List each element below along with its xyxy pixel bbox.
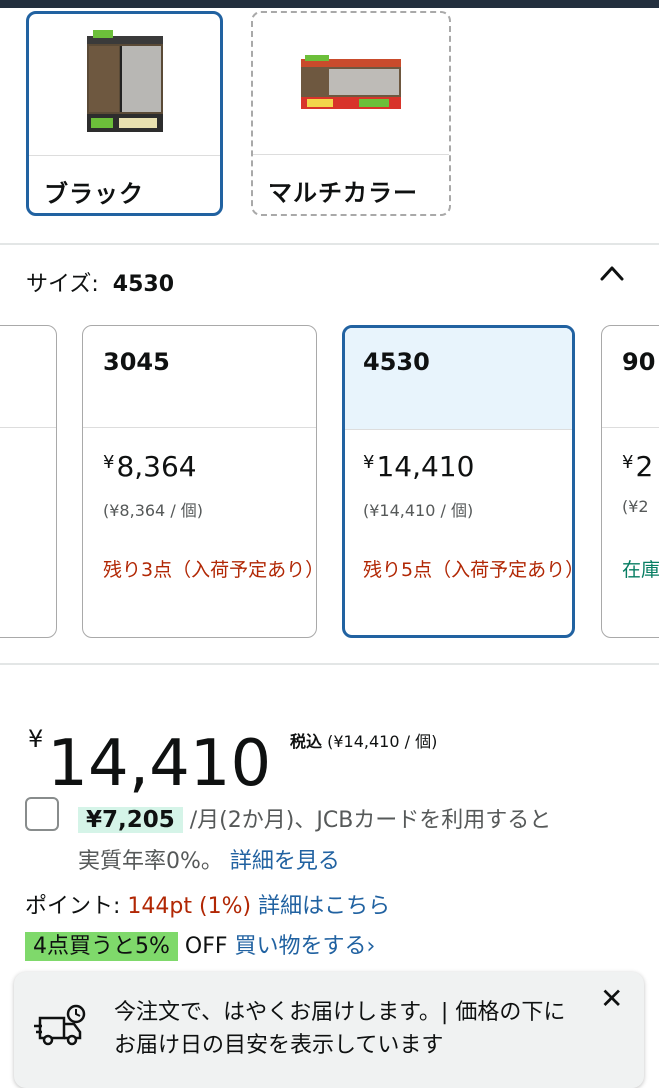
size-option-90-partial[interactable]: 90 ¥2 (¥2 在庫 <box>601 325 659 638</box>
delivery-toast: 今注文で、はやくお届けします。| 価格の下にお届け日の目安を表示しています ✕ <box>14 972 644 1088</box>
promo-shop-link[interactable]: 買い物をする› <box>235 934 376 959</box>
color-label-black: ブラック <box>44 180 144 208</box>
promo-badge: 4点買うと5% <box>25 932 178 961</box>
size-option-unit-price: (¥8,364 / 個) <box>103 501 204 520</box>
toast-message: 今注文で、はやくお届けします。| 価格の下にお届け日の目安を表示しています <box>114 1000 566 1058</box>
installment-text: /月(2か月)、JCBカードを利用すると <box>189 808 552 833</box>
product-image-black-terrarium <box>29 14 220 154</box>
size-option-partial-left[interactable] <box>0 325 57 638</box>
size-option-price: ¥8,364 <box>103 450 197 483</box>
size-option-unit-price: (¥2 <box>622 497 649 516</box>
section-divider <box>0 243 659 245</box>
size-option-price-amount: 8,364 <box>116 450 197 483</box>
chevron-up-icon[interactable] <box>598 262 626 284</box>
size-option-price-amount: 14,410 <box>376 450 475 483</box>
size-option-name: 90 <box>622 348 656 376</box>
points-label: ポイント: <box>25 894 121 919</box>
size-option-3045[interactable]: 3045 ¥8,364 (¥8,364 / 個) 残り3点（入荷予定あり） <box>82 325 317 638</box>
size-option-stock: 在庫 <box>622 559 659 581</box>
size-selected-value: 4530 <box>112 272 174 297</box>
installment-details-link[interactable]: 詳細を見る <box>230 849 340 874</box>
top-header-bar <box>0 0 659 8</box>
size-option-head <box>602 326 659 428</box>
size-option-price: ¥2 <box>622 450 653 483</box>
yen-symbol: ¥ <box>103 452 115 473</box>
product-image-multicolor-terrarium <box>253 13 449 153</box>
installment-amount: ¥7,205 <box>78 807 183 833</box>
installment-checkbox[interactable] <box>25 797 59 831</box>
installment-rate-text: 実質年率0%。 <box>78 849 223 874</box>
delivery-truck-clock-icon <box>34 1004 86 1046</box>
color-option-multicolor[interactable]: マルチカラー <box>251 11 451 216</box>
tax-info: 税込 (¥14,410 / 個) <box>290 728 437 752</box>
main-price: ¥14,410 <box>28 700 271 803</box>
size-selector-header[interactable]: サイズ: 4530 <box>26 266 174 298</box>
size-option-name: 4530 <box>363 348 430 376</box>
size-option-head <box>345 328 572 430</box>
main-unit-price: (¥14,410 / 個) <box>327 732 438 751</box>
size-option-head <box>0 326 56 428</box>
points-line: ポイント: 144pt (1%) 詳細はこちら <box>25 888 390 920</box>
yen-symbol: ¥ <box>622 452 634 473</box>
promo-line: 4点買うと5% OFF 買い物をする› <box>25 928 376 961</box>
section-divider <box>0 663 659 665</box>
size-option-price: ¥14,410 <box>363 450 474 483</box>
tax-label: 税込 <box>290 732 323 751</box>
size-option-head <box>83 326 316 428</box>
yen-symbol: ¥ <box>28 725 44 753</box>
color-label-multicolor: マルチカラー <box>268 179 418 207</box>
swatch-divider <box>29 155 220 156</box>
installment-line: ¥7,205 /月(2か月)、JCBカードを利用すると <box>78 802 551 834</box>
size-option-4530[interactable]: 4530 ¥14,410 (¥14,410 / 個) 残り5点（入荷予定あり） <box>342 325 575 638</box>
installment-line-2: 実質年率0%。 詳細を見る <box>78 843 340 875</box>
points-details-link[interactable]: 詳細はこちら <box>258 894 390 919</box>
color-option-black[interactable]: ブラック <box>26 11 223 216</box>
size-option-stock: 残り5点（入荷予定あり） <box>363 559 575 581</box>
main-price-amount: 14,410 <box>47 727 272 801</box>
points-percent: (1%) <box>199 894 252 919</box>
swatch-divider <box>253 154 449 155</box>
promo-off: OFF <box>184 934 228 959</box>
close-icon[interactable]: ✕ <box>600 982 623 1015</box>
size-option-name: 3045 <box>103 348 170 376</box>
yen-symbol: ¥ <box>363 452 375 473</box>
size-label: サイズ: <box>26 272 99 297</box>
size-option-price-amount: 2 <box>635 450 654 483</box>
size-option-unit-price: (¥14,410 / 個) <box>363 501 474 520</box>
points-value: 144pt <box>127 894 193 919</box>
size-option-stock: 残り3点（入荷予定あり） <box>103 559 317 581</box>
